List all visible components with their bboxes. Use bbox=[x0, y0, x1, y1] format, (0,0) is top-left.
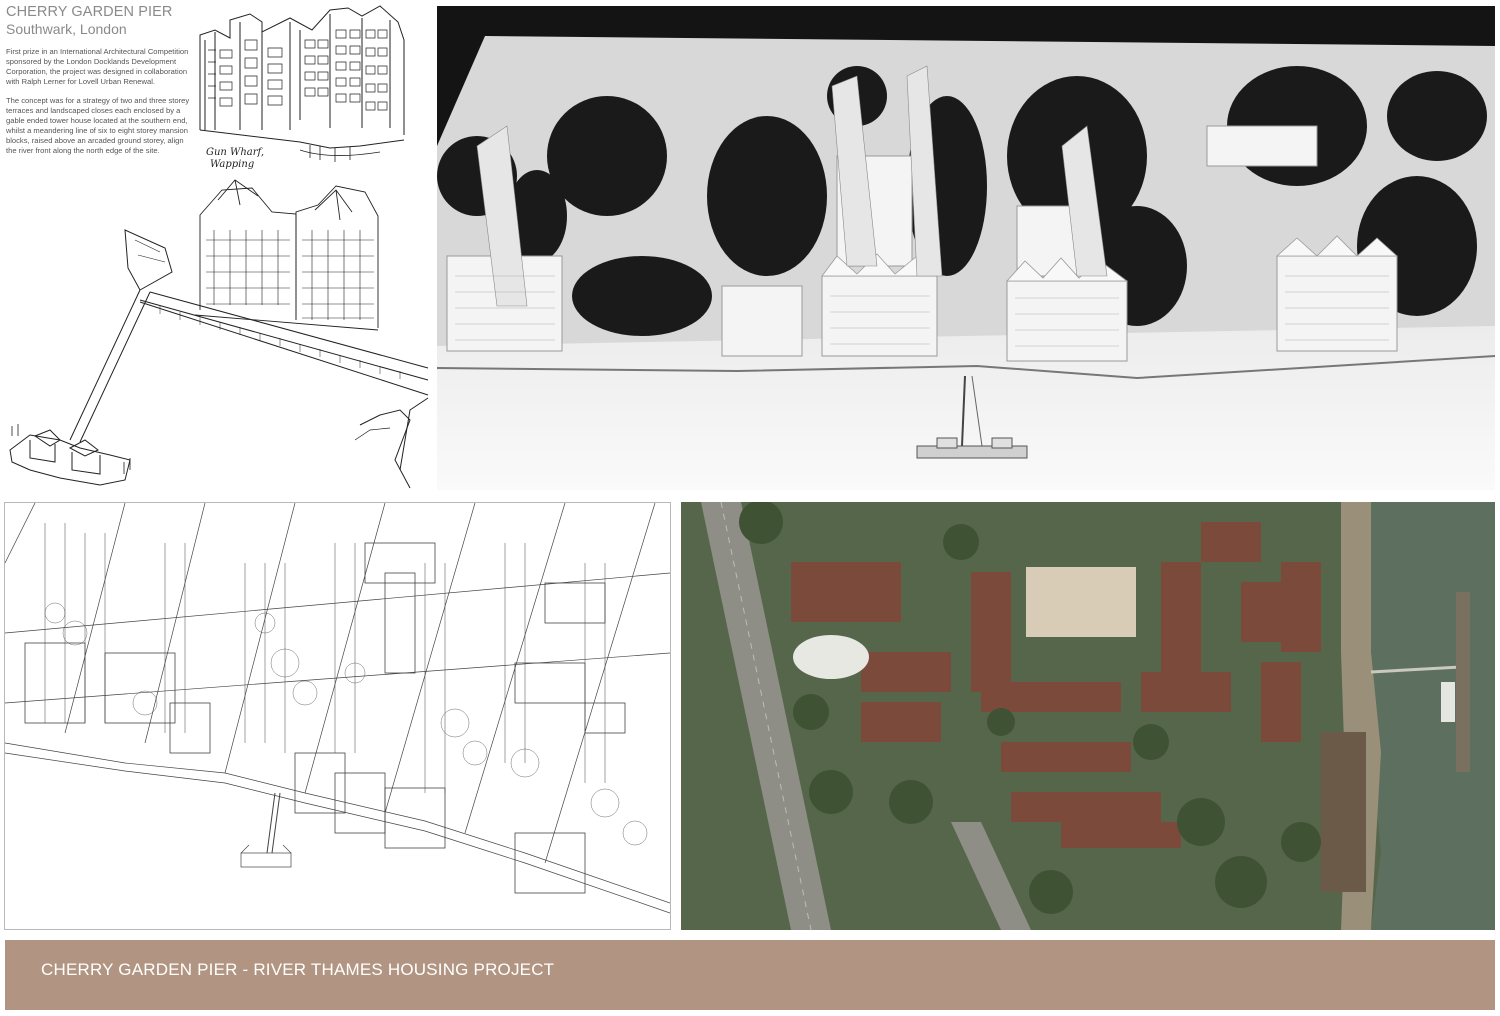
pontoon-sketch bbox=[9, 424, 131, 486]
pier-sketch-panel: Gun Wharf, Wapping bbox=[0, 0, 432, 492]
aerial-image bbox=[681, 502, 1495, 930]
gun-wharf-sketch bbox=[199, 5, 405, 162]
axonometric-image bbox=[5, 503, 670, 914]
sketch-annotation-line2: Wapping bbox=[210, 159, 254, 170]
title-banner: CHERRY GARDEN PIER - RIVER THAMES HOUSIN… bbox=[5, 940, 1495, 1010]
pier-perspective-drawing: Gun Wharf, Wapping bbox=[9, 5, 429, 489]
banner-title: CHERRY GARDEN PIER - RIVER THAMES HOUSIN… bbox=[41, 960, 555, 979]
aerial-photograph bbox=[681, 502, 1495, 930]
axonometric-site-drawing bbox=[4, 502, 671, 930]
mansion-blocks-sketch bbox=[194, 179, 379, 331]
sketch-annotation-line1: Gun Wharf, bbox=[206, 147, 264, 158]
pier-walkway-sketch bbox=[69, 229, 429, 489]
site-model-photograph bbox=[437, 6, 1495, 490]
model-image bbox=[437, 36, 1495, 490]
